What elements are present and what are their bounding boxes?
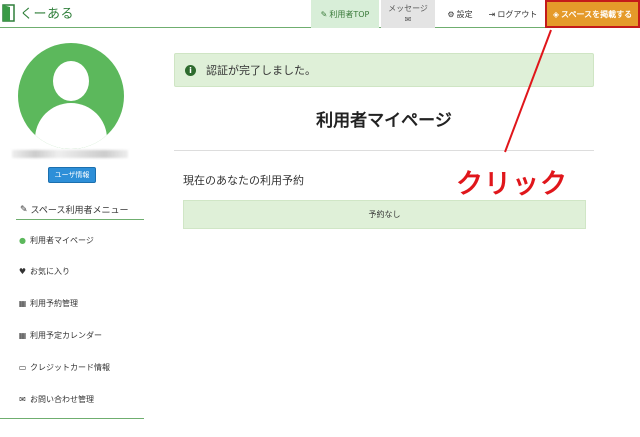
envelope-icon: ✉ [19,394,26,404]
divider [174,150,594,151]
sidebar-item-label: 利用者マイページ [30,235,94,245]
sidebar-item-label: クレジットカード情報 [30,362,110,372]
sidebar-item-reservations[interactable]: ▦ 利用予約管理 [18,296,78,310]
menu-heading: ✎ スペース利用者メニュー [16,200,144,220]
sidebar-item-favorites[interactable]: ♥ お気に入り [18,264,70,278]
user-circle-icon: ● [19,235,26,245]
nav-settings-label: 設定 [456,9,473,19]
calendar-icon: ▦ [18,298,27,308]
sidebar-item-label: お問い合わせ管理 [30,394,94,404]
sidebar-item-credit-card[interactable]: ▭ クレジットカード情報 [18,360,110,374]
nav-messages[interactable]: メッセージ ✉ [381,0,435,28]
sidebar-item-label: 利用予約管理 [30,298,78,308]
nav-logout-label: ログアウト [497,9,538,19]
avatar-body [35,103,107,149]
user-info-button[interactable]: ユーザ情報 [48,167,96,183]
logo-door-icon [2,3,16,22]
heart-icon: ♥ [18,266,27,276]
reservation-empty-text: 予約なし [368,210,401,219]
post-space-button[interactable]: ◈ スペースを掲載する [545,0,640,28]
success-alert: i 認証が完了しました。 [174,53,594,87]
sidebar-divider [0,418,144,419]
edit-icon: ✎ [320,9,328,19]
post-space-label: スペースを掲載する [561,9,633,19]
logout-icon: ⇥ [488,9,496,19]
click-annotation-label: クリック [456,169,568,200]
sidebar-item-label: お気に入り [30,266,70,276]
top-header: くーある ✎ 利用者TOP メッセージ ✉ ⚙ 設定 ⇥ ログアウト ◈ スペー… [0,0,640,28]
nav-logout[interactable]: ⇥ ログアウト [483,0,543,28]
envelope-icon: ✉ [404,15,412,24]
cube-icon: ◈ [552,9,560,19]
gear-icon: ⚙ [447,9,455,19]
calendar-icon: ▦ [18,330,27,340]
nav-settings[interactable]: ⚙ 設定 [443,0,477,28]
section-title: 現在のあなたの利用予約 [183,174,304,187]
nav-messages-label: メッセージ [388,4,428,13]
alert-text: 認証が完了しました。 [206,64,316,77]
sidebar-item-inquiries[interactable]: ✉ お問い合わせ管理 [18,392,94,406]
avatar-head [53,61,89,101]
menu-heading-label: スペース利用者メニュー [30,206,129,216]
nav-user-top-label: 利用者TOP [329,9,370,19]
sidebar-item-mypage[interactable]: ● 利用者マイページ [18,233,94,247]
page-title: 利用者マイページ [316,111,452,131]
info-icon: i [185,64,196,76]
sidebar-item-label: 利用予定カレンダー [30,330,102,340]
sidebar-item-calendar[interactable]: ▦ 利用予定カレンダー [18,328,102,342]
logo-text: くーある [20,7,75,22]
blurred-user-name [12,150,128,158]
nav-user-top[interactable]: ✎ 利用者TOP [311,0,379,28]
site-logo[interactable]: くーある [2,3,74,22]
avatar [18,43,124,149]
credit-card-icon: ▭ [18,362,27,372]
edit-icon: ✎ [20,204,28,215]
reservation-empty-box: 予約なし [183,200,586,229]
